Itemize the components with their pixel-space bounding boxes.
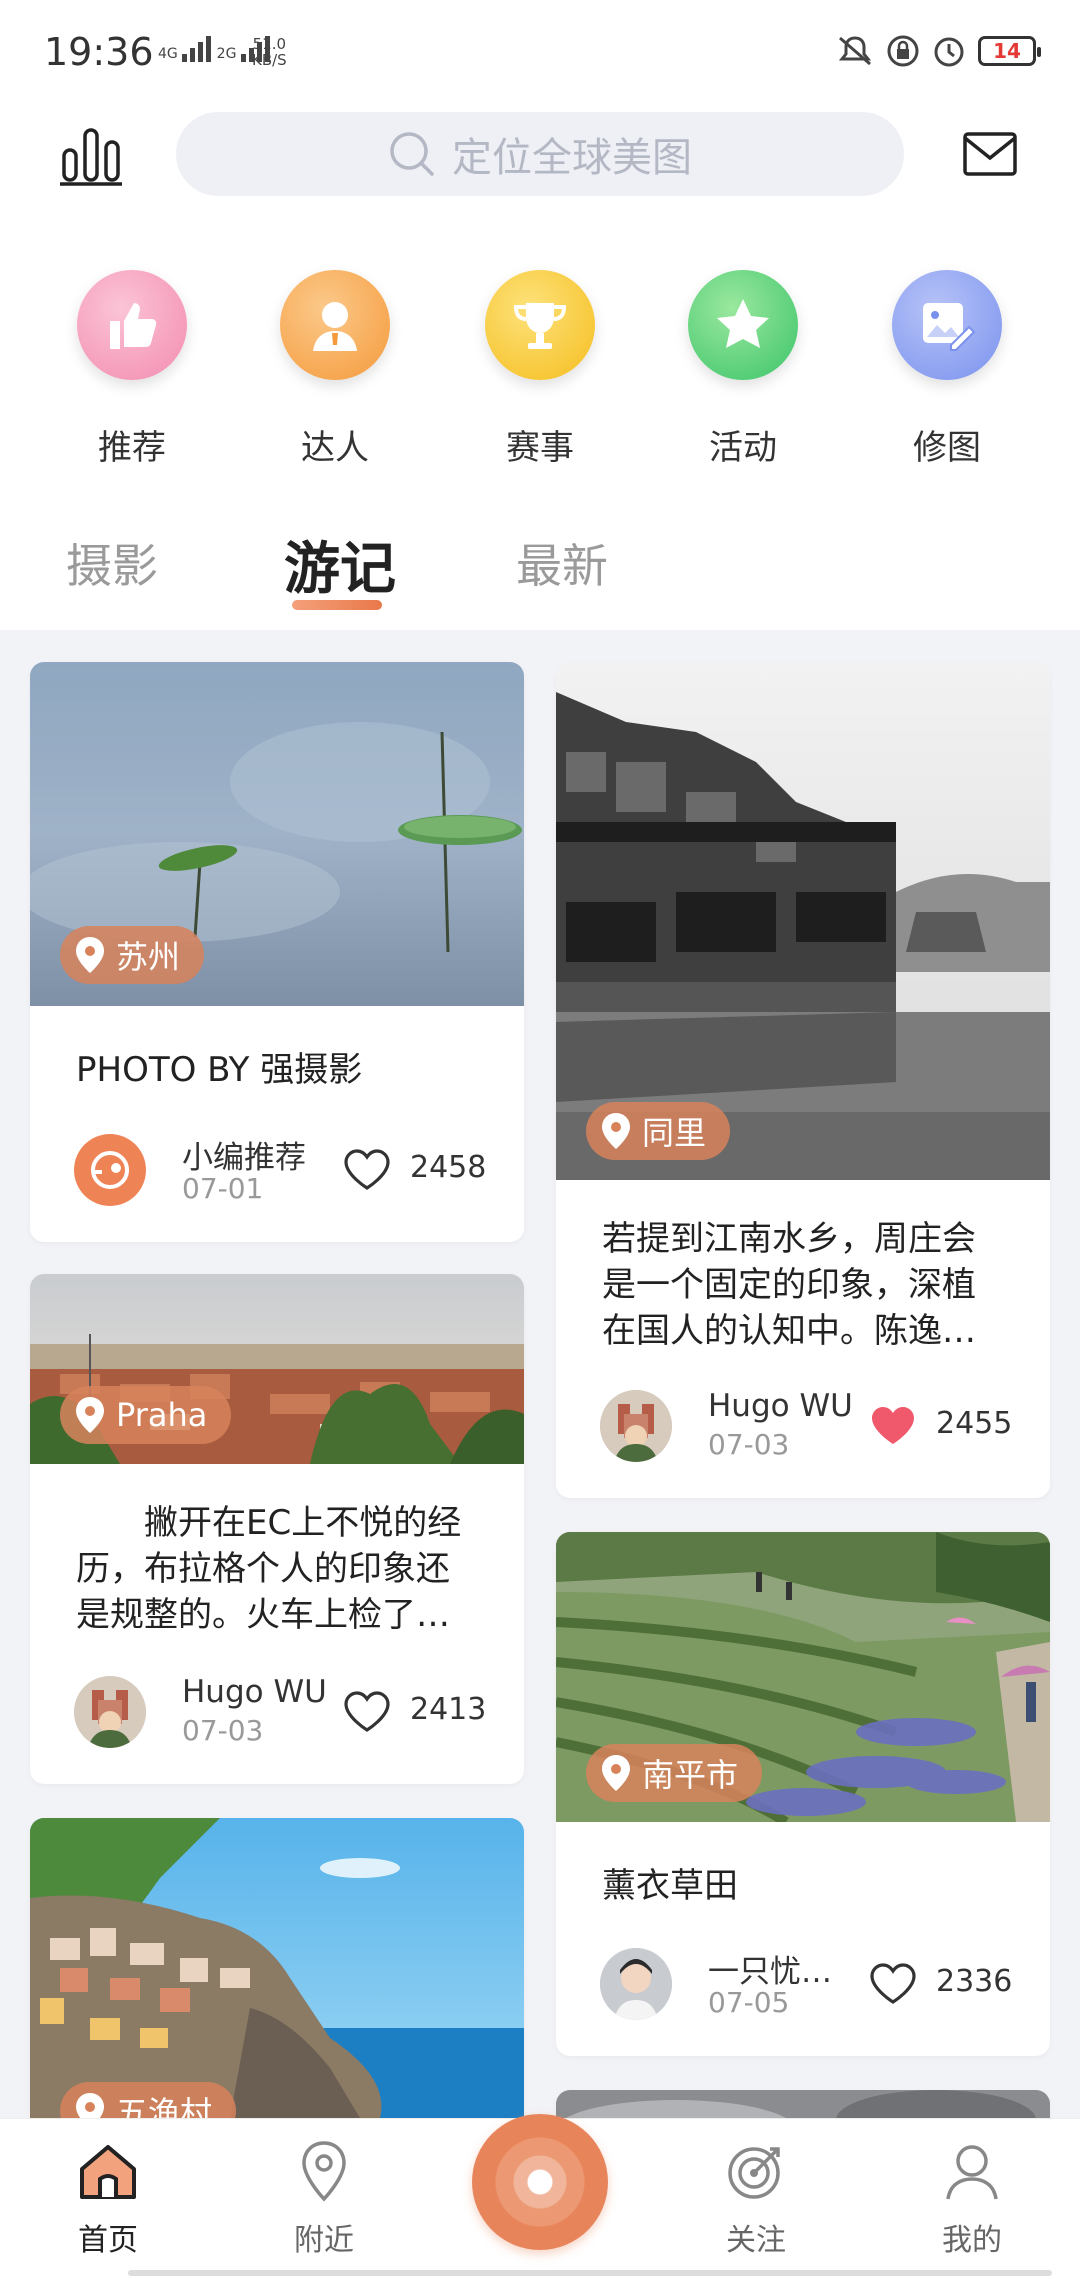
card-title: PHOTO BY 强摄影: [76, 1050, 363, 1090]
like-count: 2455: [936, 1406, 1013, 1441]
avatar[interactable]: [74, 1134, 146, 1206]
heart-outline-icon[interactable]: [342, 1148, 392, 1192]
card-meta: Hugo WU 07-03 2455: [556, 1368, 1050, 1498]
person-icon: [280, 270, 390, 380]
nav-home[interactable]: 首页: [48, 2139, 168, 2259]
heart-outline-icon[interactable]: [342, 1690, 392, 1734]
post-date: 07-01: [182, 1172, 264, 1205]
post-date: 07-03: [182, 1714, 264, 1747]
location-tag[interactable]: Praha: [60, 1386, 232, 1444]
tab-travelogue[interactable]: 游记: [284, 524, 396, 605]
card-excerpt: 若提到江南水乡，周庄会是一个固定的印象，深植在国人的认知中。陈逸…: [602, 1219, 976, 1351]
like-count: 2458: [410, 1150, 487, 1185]
feed-card-lavender[interactable]: 南平市 薰衣草田 一只忧… 07-05 2336: [556, 1532, 1050, 2056]
like-count: 2413: [410, 1692, 487, 1727]
author-name[interactable]: Hugo WU: [708, 1388, 853, 1424]
mute-icon: [838, 36, 872, 66]
heart-filled-icon[interactable]: [868, 1404, 918, 1448]
post-date: 07-03: [708, 1428, 790, 1461]
star-icon: [688, 270, 798, 380]
location-pin-icon: [302, 2141, 346, 2202]
avatar[interactable]: [600, 1390, 672, 1462]
location-tag[interactable]: 南平市: [586, 1744, 763, 1802]
like-count: 2336: [936, 1964, 1013, 1999]
photo-edit-icon: [892, 270, 1002, 380]
card-photo: 南平市: [556, 1532, 1050, 1827]
location-tag[interactable]: 苏州: [60, 926, 205, 984]
search-bar[interactable]: 定位全球美图: [176, 112, 904, 196]
status-time: 19:36: [44, 30, 154, 74]
trophy-icon: [485, 270, 595, 380]
ranking-chart-icon[interactable]: [58, 124, 124, 190]
location-pin-icon: [602, 1755, 630, 1791]
post-date: 07-05: [708, 1986, 790, 2019]
card-photo: 五渔村: [30, 1818, 524, 2148]
card-photo: 苏州: [30, 662, 524, 1006]
top-header: 定位全球美图: [0, 100, 1080, 230]
tab-photography[interactable]: 摄影: [66, 530, 158, 596]
location-pin-icon: [602, 1113, 630, 1149]
category-activity[interactable]: 活动: [663, 270, 823, 469]
camera-capture-button[interactable]: [472, 2114, 608, 2250]
target-icon: [728, 2147, 780, 2199]
profile-icon: [946, 2145, 998, 2200]
alarm-icon: [934, 37, 964, 67]
tab-latest[interactable]: 最新: [516, 530, 608, 596]
feed-card-tongli[interactable]: 同里 若提到江南水乡，周庄会是一个固定的印象，深植在国人的认知中。陈逸… Hug…: [556, 662, 1050, 1498]
card-meta: 一只忧… 07-05 2336: [556, 1926, 1050, 2056]
nav-nearby[interactable]: 附近: [264, 2139, 384, 2259]
author-name[interactable]: 小编推荐: [182, 1132, 306, 1177]
category-expert[interactable]: 达人: [255, 270, 415, 469]
active-tab-indicator: [292, 600, 382, 610]
network-speed: 51.0 KB/S: [252, 35, 287, 69]
author-name[interactable]: Hugo WU: [182, 1674, 327, 1710]
home-icon: [80, 2145, 136, 2199]
nav-profile[interactable]: 我的: [912, 2139, 1032, 2259]
battery-indicator: 14: [978, 36, 1041, 66]
avatar[interactable]: [600, 1948, 672, 2020]
feed-card-cinque-terre[interactable]: 五渔村: [30, 1818, 524, 2148]
location-tag[interactable]: 同里: [586, 1102, 731, 1160]
lock-rotation-icon: [887, 35, 919, 67]
card-photo: 同里: [556, 662, 1050, 1180]
feed-card-praha[interactable]: Praha 撇开在EC上不悦的经历，布拉格个人的印象还是规整的。火车上检了… H…: [30, 1274, 524, 1784]
card-meta: 小编推荐 07-01 2458: [30, 1112, 524, 1242]
search-icon: [390, 132, 434, 176]
location-pin-icon: [76, 937, 104, 973]
avatar[interactable]: [74, 1676, 146, 1748]
location-pin-icon: [76, 1397, 104, 1433]
status-bar: 19:36 4G 2G 51.0 KB/S 14: [0, 0, 1080, 100]
status-icons: 14: [836, 34, 1041, 68]
thumbs-up-icon: [77, 270, 187, 380]
mail-icon[interactable]: [962, 130, 1018, 178]
category-photo-edit[interactable]: 修图: [867, 270, 1027, 469]
card-meta: Hugo WU 07-03 2413: [30, 1654, 524, 1784]
content-tabs: 摄影 游记 最新: [0, 480, 1080, 630]
feed-card-suzhou[interactable]: 苏州 PHOTO BY 强摄影 小编推荐 07-01 2458: [30, 662, 524, 1242]
card-title: 薰衣草田: [602, 1866, 738, 1906]
card-excerpt: 撇开在EC上不悦的经历，布拉格个人的印象还是规整的。火车上检了…: [76, 1503, 462, 1635]
author-name[interactable]: 一只忧…: [708, 1946, 832, 1991]
card-photo: Praha: [30, 1274, 524, 1464]
category-recommend[interactable]: 推荐: [52, 270, 212, 469]
nav-following[interactable]: 关注: [696, 2139, 816, 2259]
home-indicator[interactable]: [128, 2270, 1052, 2276]
search-placeholder: 定位全球美图: [452, 135, 692, 181]
heart-outline-icon[interactable]: [868, 1962, 918, 2006]
category-row: 推荐 达人 赛事 活动 修图: [0, 230, 1080, 480]
category-contest[interactable]: 赛事: [460, 270, 620, 469]
